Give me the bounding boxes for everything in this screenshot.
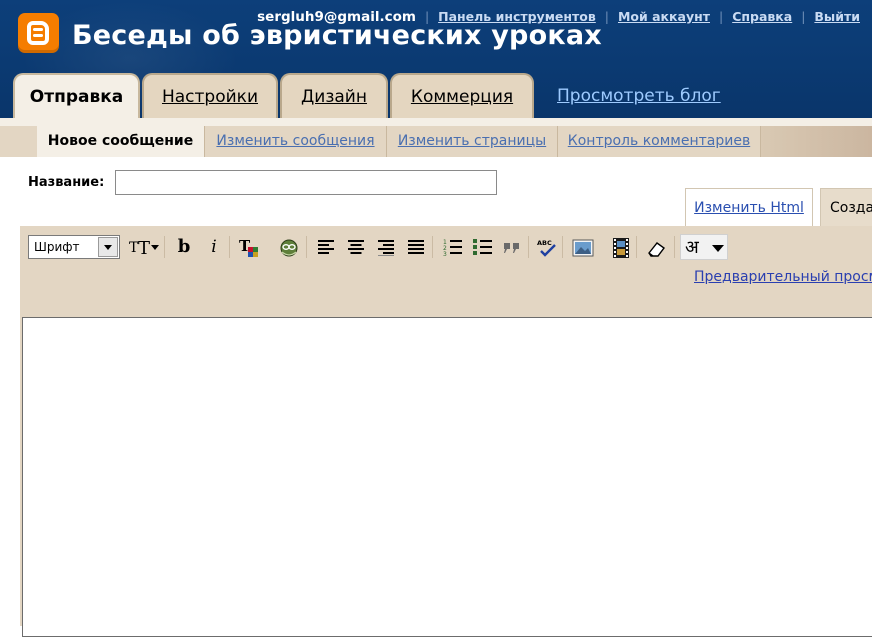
bold-icon[interactable]: b: [172, 234, 196, 260]
remove-formatting-icon[interactable]: [644, 234, 668, 260]
italic-icon[interactable]: i: [202, 234, 226, 260]
tab-monetize[interactable]: Коммерция: [390, 73, 534, 118]
subtab-moderate-comments[interactable]: Контроль комментариев: [558, 126, 761, 157]
title-input[interactable]: [115, 170, 497, 195]
user-email: sergluh9@gmail.com: [257, 9, 416, 25]
compose-tab[interactable]: Созда: [820, 188, 872, 227]
text-color-icon[interactable]: T: [236, 234, 260, 260]
subtab-bar: Новое сообщение Изменить сообщения Измен…: [0, 118, 872, 157]
chevron-down-icon: [98, 237, 118, 257]
transliteration-icon[interactable]: अ: [680, 234, 728, 260]
subtab-edit-pages[interactable]: Изменить страницы: [387, 126, 558, 157]
spellcheck-icon[interactable]: ABC: [534, 234, 558, 260]
align-center-icon[interactable]: [344, 234, 368, 260]
svg-text:3: 3: [443, 251, 447, 258]
blogger-logo-icon[interactable]: [18, 13, 59, 53]
edit-html-tab[interactable]: Изменить Html: [685, 188, 813, 227]
svg-text:ABC: ABC: [537, 239, 552, 247]
align-justify-icon[interactable]: [404, 234, 428, 260]
logout-link[interactable]: Выйти: [814, 9, 860, 24]
account-link[interactable]: Мой аккаунт: [618, 9, 710, 24]
preview-link[interactable]: Предварительный просмо: [694, 269, 872, 285]
blockquote-icon[interactable]: [500, 234, 524, 260]
transliteration-glyph: अ: [685, 237, 699, 258]
numbered-list-icon[interactable]: 1 2 3: [440, 234, 464, 260]
subtab-new-post[interactable]: Новое сообщение: [37, 126, 205, 157]
font-select-value: Шрифт: [34, 240, 80, 254]
editor-toolbar: Шрифт T T b i T 1 2 3 ABC अ Предваритель…: [20, 226, 872, 318]
post-body-editor[interactable]: [22, 317, 872, 637]
account-nav: sergluh9@gmail.com | Панель инструментов…: [257, 9, 860, 25]
align-right-icon[interactable]: [374, 234, 398, 260]
view-blog-link[interactable]: Просмотреть блог: [557, 86, 721, 106]
bullet-list-icon[interactable]: [470, 234, 494, 260]
title-label: Название:: [28, 175, 105, 190]
blogger-header: Беседы об эвристических уроках sergluh9@…: [0, 0, 872, 118]
tab-design[interactable]: Дизайн: [280, 73, 388, 118]
font-select[interactable]: Шрифт: [28, 235, 120, 259]
align-left-icon[interactable]: [314, 234, 338, 260]
subtab-edit-posts[interactable]: Изменить сообщения: [205, 126, 387, 157]
help-link[interactable]: Справка: [732, 9, 792, 24]
insert-image-icon[interactable]: [570, 234, 594, 260]
link-icon[interactable]: [276, 234, 300, 260]
tab-settings[interactable]: Настройки: [142, 73, 278, 118]
font-size-icon[interactable]: T T: [126, 234, 160, 260]
dashboard-link[interactable]: Панель инструментов: [438, 9, 596, 24]
post-editor-area: Название: Изменить Html Созда Шрифт T T …: [0, 157, 872, 637]
svg-text:T: T: [138, 238, 150, 257]
insert-video-icon[interactable]: [608, 234, 632, 260]
tab-posting[interactable]: Отправка: [13, 73, 140, 118]
